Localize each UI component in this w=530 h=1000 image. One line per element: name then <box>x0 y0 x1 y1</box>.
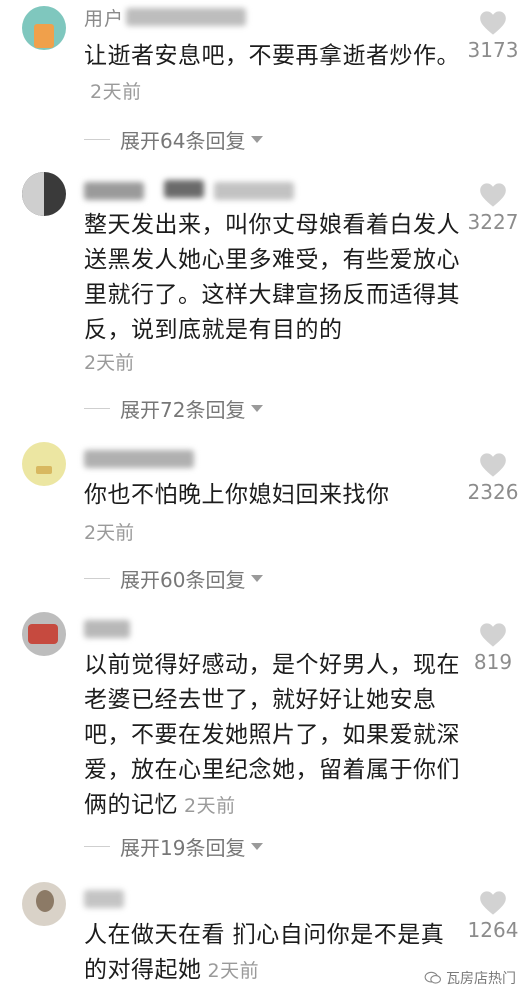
comment-time: 2天前 <box>184 795 236 817</box>
comment-text: 人在做天在看 扪心自问你是不是真的对得起她 2天前 <box>84 922 445 983</box>
heart-icon <box>480 11 506 35</box>
like-count: 819 <box>473 650 513 674</box>
heart-icon <box>480 183 506 207</box>
avatar[interactable] <box>22 442 66 486</box>
avatar[interactable] <box>22 612 66 656</box>
caret-down-icon <box>251 405 264 412</box>
heart-icon <box>480 623 506 647</box>
comment-time: 2天前 <box>84 522 135 544</box>
comment-time: 2天前 <box>84 352 135 374</box>
comment-time: 2天前 <box>90 81 142 103</box>
caret-down-icon <box>251 575 264 582</box>
comment-text: 以前觉得好感动，是个好男人，现在老婆已经去世了，就好好让她安息吧，不要在发她照片… <box>84 652 460 818</box>
like-count: 3173 <box>467 38 519 62</box>
caret-down-icon <box>251 136 264 143</box>
watermark: 瓦房店热门 <box>424 968 516 988</box>
heart-icon <box>480 891 506 915</box>
comment-text: 你也不怕晚上你媳妇回来找你 <box>84 482 390 508</box>
like-count: 2326 <box>467 480 519 504</box>
like-count: 3227 <box>467 210 519 234</box>
expand-replies-button[interactable]: 展开60条回复 <box>84 564 264 593</box>
like-button[interactable]: 3173 <box>466 10 520 62</box>
like-button[interactable]: 2326 <box>466 452 520 504</box>
avatar[interactable] <box>22 6 66 50</box>
avatar[interactable] <box>22 172 66 216</box>
comment-text: 整天发出来，叫你丈母娘看着白发人送黑发人她心里多难受，有些爱放心里就行了。这样大… <box>84 212 460 343</box>
expand-replies-button[interactable]: 展开64条回复 <box>84 125 264 154</box>
like-button[interactable]: 3227 <box>466 182 520 234</box>
username[interactable]: 用户 <box>84 4 246 31</box>
comment-text: 让逝者安息吧，不要再拿逝者炒作。2天前 <box>84 43 460 103</box>
like-button[interactable]: 819 <box>466 622 520 674</box>
expand-replies-button[interactable]: 展开19条回复 <box>84 832 264 861</box>
like-button[interactable]: 1264 <box>466 890 520 942</box>
caret-down-icon <box>251 843 264 850</box>
avatar[interactable] <box>22 882 66 926</box>
expand-replies-button[interactable]: 展开72条回复 <box>84 394 264 423</box>
wechat-icon <box>424 971 441 984</box>
comment-time: 2天前 <box>207 960 260 982</box>
like-count: 1264 <box>467 918 519 942</box>
heart-icon <box>480 453 506 477</box>
